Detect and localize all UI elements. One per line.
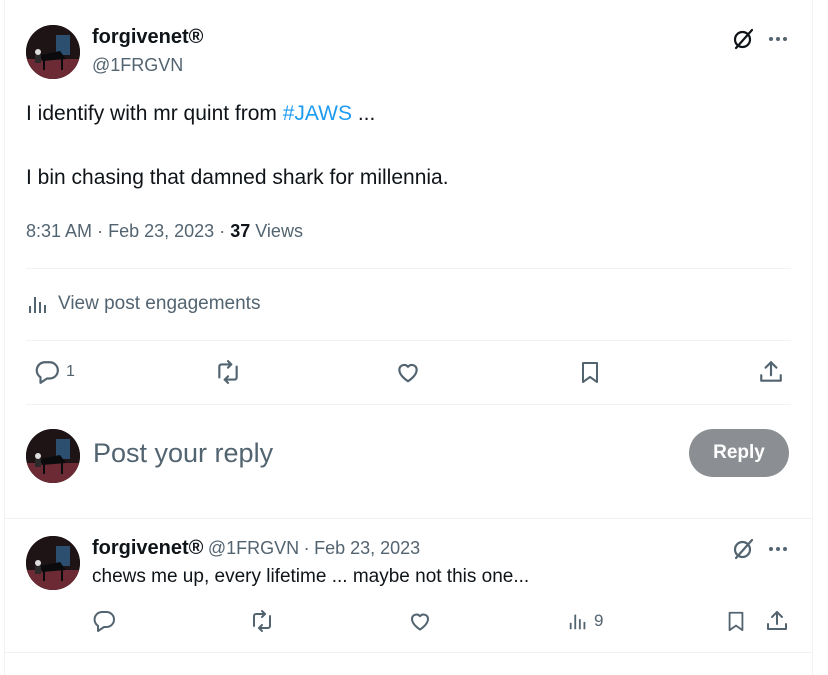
composer-avatar — [26, 429, 80, 483]
post-time[interactable]: 8:31 AM — [26, 221, 92, 241]
divider — [26, 340, 791, 341]
share-icon — [765, 609, 789, 633]
reply-header: forgivenet® @1FRGVN · Feb 23, 2023 — [92, 537, 420, 560]
reply-like-button[interactable] — [408, 609, 432, 633]
bookmark-button[interactable] — [578, 359, 602, 385]
reply-avatar[interactable] — [26, 536, 80, 590]
grok-icon[interactable] — [731, 27, 755, 51]
frame-border-left — [4, 0, 5, 675]
reply-input[interactable]: Post your reply — [93, 438, 273, 469]
like-button[interactable] — [395, 359, 421, 385]
heart-icon — [395, 359, 421, 385]
reply-submit-button[interactable]: Reply — [689, 429, 789, 477]
views-count: 37 — [230, 221, 251, 241]
author-name[interactable]: forgivenet® — [92, 26, 203, 49]
views-label: Views — [255, 221, 303, 241]
post-metadata: 8:31 AM · Feb 23, 2023 · 37 Views — [26, 221, 303, 242]
divider — [4, 652, 813, 653]
reply-icon — [34, 359, 60, 385]
reply-date[interactable]: Feb 23, 2023 — [314, 538, 420, 558]
repost-button[interactable] — [214, 359, 242, 385]
post-text-line-1: I identify with mr quint from #JAWS ... — [26, 102, 375, 126]
reply-views-count: 9 — [594, 611, 604, 630]
frame-border-right — [812, 0, 813, 675]
reply-author-handle[interactable]: @1FRGVN — [208, 538, 299, 558]
post-text-line-2: I bin chasing that damned shark for mill… — [26, 166, 449, 189]
separator: · — [219, 221, 226, 241]
heart-icon — [408, 609, 432, 633]
share-button[interactable] — [758, 359, 784, 385]
reply-text: chews me up, every lifetime ... maybe no… — [92, 566, 530, 587]
grok-icon[interactable] — [731, 537, 755, 561]
hashtag-link[interactable]: #JAWS — [283, 102, 352, 125]
reply-icon — [92, 609, 116, 633]
repost-icon — [214, 359, 242, 385]
post-text-suffix: ... — [351, 102, 376, 125]
reply-button[interactable]: 1 — [34, 359, 75, 385]
post-date[interactable]: Feb 23, 2023 — [108, 221, 214, 241]
author-handle[interactable]: @1FRGVN — [92, 55, 183, 76]
analytics-icon — [26, 292, 50, 316]
repost-icon — [249, 609, 275, 633]
reply-reply-button[interactable] — [92, 609, 116, 633]
divider — [4, 518, 813, 519]
reply-repost-button[interactable] — [249, 609, 275, 633]
reply-count: 1 — [66, 363, 75, 380]
post-text-prefix: I identify with mr quint from — [26, 102, 283, 125]
divider — [26, 404, 791, 405]
analytics-icon — [567, 609, 589, 633]
avatar[interactable] — [26, 25, 80, 79]
bookmark-icon — [725, 609, 747, 633]
separator: · — [97, 221, 104, 241]
divider — [26, 268, 791, 269]
reply-share-button[interactable] — [765, 609, 789, 633]
bookmark-icon — [578, 359, 602, 385]
share-icon — [758, 359, 784, 385]
engagements-label: View post engagements — [58, 293, 261, 314]
more-icon[interactable] — [766, 27, 790, 51]
reply-views-button[interactable]: 9 — [567, 609, 603, 633]
separator: · — [303, 538, 310, 558]
reply-author-name[interactable]: forgivenet® — [92, 537, 203, 559]
more-icon[interactable] — [766, 537, 790, 561]
reply-bookmark-button[interactable] — [725, 609, 747, 633]
view-engagements-link[interactable]: View post engagements — [26, 292, 260, 316]
